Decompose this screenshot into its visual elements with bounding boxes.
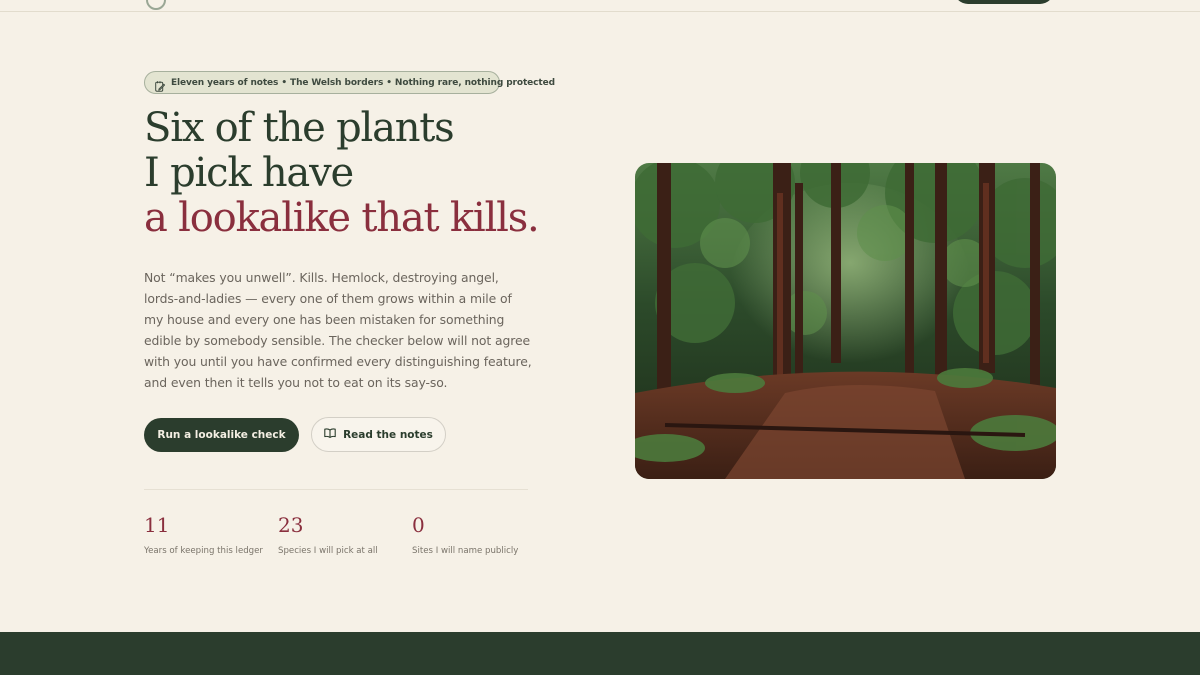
forest-path-photo — [635, 163, 1056, 479]
read-notes-button[interactable]: Read the notes — [311, 417, 446, 452]
stat-sites: 0 Sites I will name publicly — [412, 512, 532, 558]
stat-species: 23 Species I will pick at all — [278, 512, 398, 558]
nav-cta-button[interactable] — [954, 0, 1054, 4]
stats-divider — [144, 489, 528, 490]
headline-line-2: I pick have — [144, 150, 354, 196]
headline-accent: a lookalike that kills. — [144, 195, 540, 241]
stat-years: 11 Years of keeping this ledger — [144, 512, 264, 558]
eyebrow-badge: Eleven years of notes • The Welsh border… — [144, 71, 555, 94]
stat-label: Years of keeping this ledger — [144, 546, 263, 556]
notebook-pen-icon — [155, 77, 166, 92]
top-nav-bar — [0, 0, 1200, 12]
read-notes-label: Read the notes — [343, 428, 433, 441]
eyebrow-text: Eleven years of notes • The Welsh border… — [171, 77, 555, 88]
stat-value: 0 — [412, 513, 425, 537]
logo-icon[interactable] — [146, 0, 166, 10]
stat-value: 23 — [278, 513, 304, 537]
hero-description: Not “makes you unwell”. Kills. Hemlock, … — [144, 270, 532, 390]
run-lookalike-check-button[interactable]: Run a lookalike check — [144, 418, 299, 452]
run-lookalike-check-label: Run a lookalike check — [157, 429, 286, 441]
stat-value: 11 — [144, 513, 170, 537]
headline-line-1: Six of the plants — [144, 105, 455, 151]
footer-band — [0, 632, 1200, 675]
book-open-icon — [324, 428, 336, 441]
stat-label: Sites I will name publicly — [412, 546, 519, 556]
stat-label: Species I will pick at all — [278, 546, 378, 556]
page-title: Six of the plants I pick have a lookalik… — [144, 106, 604, 241]
